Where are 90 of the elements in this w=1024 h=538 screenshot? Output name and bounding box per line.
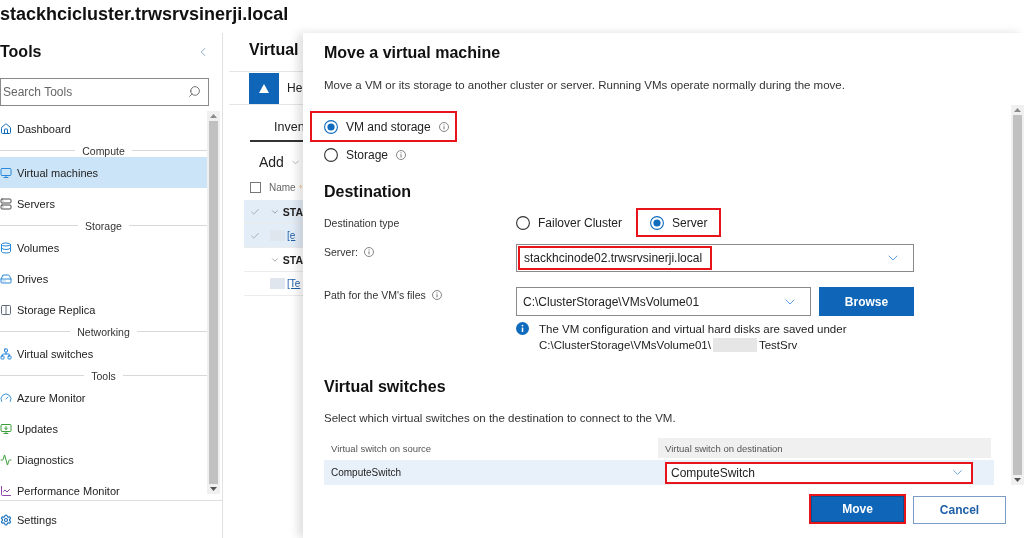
triangle-logo-icon — [249, 72, 279, 104]
pulse-icon — [0, 453, 12, 466]
secondary-button[interactable]: Cancel — [913, 496, 1006, 524]
nav-item[interactable]: Updates — [0, 413, 207, 444]
switch-select[interactable]: ComputeSwitch — [667, 463, 971, 482]
info-icon — [363, 247, 374, 257]
settings-link[interactable]: Settings — [0, 500, 222, 538]
info-text: The VM configuration and virtual hard disks are saved under — [539, 322, 847, 337]
field-label: Path for the VM's files — [324, 288, 426, 303]
section-heading: Destination — [324, 182, 413, 202]
path-text: C:\ClusterStorage\VMsVolume01\ — [539, 338, 711, 353]
dialog-description: Move a VM or its storage to another cluster or server. Running VMs operate normally during the move. — [324, 78, 846, 93]
search-field[interactable]: Search Tools — [0, 78, 209, 106]
nav-item[interactable]: Azure Monitor — [0, 382, 207, 413]
radio-option[interactable]: Failover Cluster — [516, 215, 623, 230]
field-label: Server: — [324, 245, 358, 260]
triangle-down-icon[interactable] — [1014, 478, 1021, 482]
monitor-icon — [0, 166, 12, 179]
sidebar-title: Tools — [0, 42, 42, 61]
nav-item[interactable]: Virtual machines — [0, 157, 207, 188]
table-row[interactable]: [Te — [244, 272, 303, 296]
database-icon — [0, 241, 12, 254]
nav-item[interactable]: Virtual switches — [0, 338, 207, 369]
server-select[interactable]: stackhcinode02.trwsrvsinerji.local — [516, 244, 914, 272]
nav-item[interactable]: Volumes — [0, 232, 207, 263]
section-label: Tools — [91, 369, 116, 382]
nav-item[interactable]: Performance Monitor — [0, 475, 207, 500]
triangle-up-icon[interactable] — [1014, 108, 1021, 112]
info-icon — [438, 121, 449, 132]
banner-text: He — [287, 81, 303, 95]
network-icon — [0, 347, 12, 360]
info-icon — [516, 322, 529, 335]
add-button[interactable]: Add — [259, 150, 303, 174]
field-label: Destination type — [324, 215, 401, 231]
nav-item[interactable]: Dashboard — [0, 113, 207, 144]
dialog-title: Move a virtual machine — [324, 43, 502, 63]
table-row[interactable]: STA — [244, 200, 303, 224]
radio-option[interactable]: VM and storage — [324, 119, 449, 134]
panel-title: Virtual — [249, 41, 299, 59]
vm-link[interactable]: [Te — [287, 278, 301, 289]
scrollbar-thumb[interactable] — [209, 121, 218, 484]
search-icon — [188, 85, 201, 98]
line-chart-icon — [0, 484, 12, 497]
server-icon — [0, 197, 12, 210]
column-header: Virtual switch on source — [330, 441, 433, 456]
path-select[interactable]: C:\ClusterStorage\VMsVolume01 — [516, 287, 811, 316]
check-icon — [250, 230, 260, 241]
column-header: Virtual switch on destination — [658, 438, 991, 458]
primary-button[interactable]: Move — [811, 496, 904, 522]
column-header[interactable]: Name — [269, 181, 296, 193]
page-title: stackhcicluster.trwsrvsinerji.local — [0, 3, 289, 26]
triangle-up-icon[interactable] — [210, 114, 217, 118]
home-icon — [0, 122, 12, 135]
triangle-down-icon[interactable] — [210, 487, 217, 491]
section-label: Storage — [85, 219, 122, 232]
browse-button[interactable]: Browse — [819, 287, 914, 316]
vm-link[interactable]: [e — [287, 230, 296, 241]
section-label: Networking — [77, 325, 130, 338]
row-label: STA — [282, 205, 303, 218]
radio-option[interactable]: Server — [650, 215, 708, 230]
radio-icon[interactable] — [650, 215, 665, 230]
settings-icon — [0, 513, 12, 526]
radio-option[interactable]: Storage — [324, 147, 407, 162]
check-icon — [250, 206, 260, 217]
monitor-download-icon — [0, 422, 12, 435]
row-label: STA — [282, 253, 303, 266]
hard-drive-icon — [0, 272, 12, 285]
section-label: Compute — [82, 144, 125, 157]
nav-item[interactable]: Servers — [0, 188, 207, 219]
select-value: stackhcinode02.trwsrvsinerji.local — [524, 251, 703, 265]
info-icon — [431, 290, 442, 300]
radio-icon[interactable] — [324, 119, 338, 134]
table-cell-text: ComputeSwitch — [330, 466, 403, 480]
gauge-icon — [0, 391, 12, 404]
scrollbar-thumb[interactable] — [1013, 115, 1022, 475]
scrollbar[interactable] — [207, 111, 220, 494]
checkbox[interactable] — [250, 181, 261, 193]
section-heading: Virtual switches — [324, 377, 447, 397]
nav-item[interactable]: Diagnostics — [0, 444, 207, 475]
columns-icon — [0, 303, 12, 316]
info-icon — [396, 149, 407, 160]
scrollbar[interactable] — [1011, 105, 1024, 485]
nav-item[interactable]: Drives — [0, 263, 207, 294]
radio-icon[interactable] — [324, 147, 338, 162]
table-row[interactable]: [e — [244, 224, 303, 248]
section-description: Select which virtual switches on the destination to connect to the VM. — [324, 411, 677, 426]
path-text: TestSrv — [758, 338, 798, 353]
arrow-up-icon — [297, 182, 303, 192]
radio-icon[interactable] — [516, 215, 530, 230]
nav-item[interactable]: Storage Replica — [0, 294, 207, 325]
